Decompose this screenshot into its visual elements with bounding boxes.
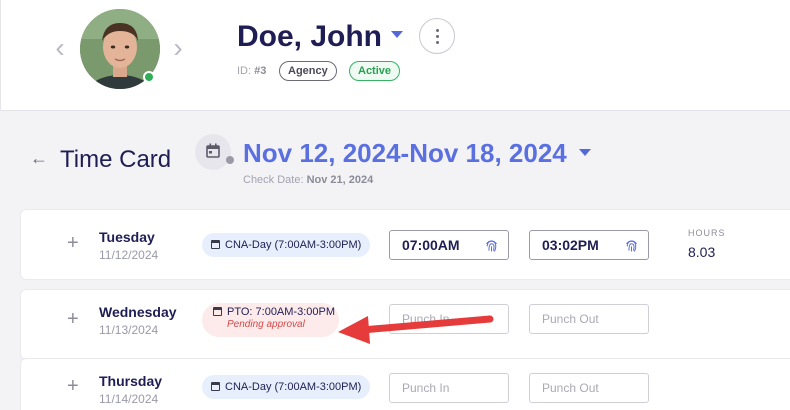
shift-label: CNA-Day (7:00AM-3:00PM): [225, 381, 362, 393]
punch-in-field[interactable]: Punch In: [389, 304, 509, 334]
pto-chip[interactable]: PTO: 7:00AM-3:00PM Pending approval: [202, 303, 339, 337]
fingerprint-icon: [626, 240, 637, 252]
employee-id-value: #3: [254, 65, 267, 77]
day-date: 11/12/2024: [99, 248, 159, 262]
caret-down-icon[interactable]: [391, 31, 403, 38]
day-name: Tuesday: [99, 229, 155, 245]
date-range[interactable]: Nov 12, 2024-Nov 18, 2024: [243, 138, 567, 169]
punch-out-field[interactable]: Punch Out: [529, 304, 649, 334]
pto-status: Pending approval: [227, 319, 305, 330]
shift-chip[interactable]: CNA-Day (7:00AM-3:00PM): [202, 375, 371, 399]
expand-plus-icon[interactable]: +: [67, 308, 79, 331]
chevron-right-icon[interactable]: ›: [169, 34, 187, 64]
online-status-dot: [143, 71, 155, 83]
kebab-dot: [436, 35, 439, 38]
shift-label: CNA-Day (7:00AM-3:00PM): [225, 239, 362, 251]
employee-name: Doe, John: [237, 20, 383, 53]
hours-value: 8.03: [688, 244, 716, 260]
calendar-icon: [206, 143, 220, 158]
agency-badge: Agency: [279, 61, 337, 81]
timecard-page: ‹ › Doe, John ID: #3 Agency Active ← Tim…: [0, 0, 790, 410]
punch-out-value: 03:02PM: [542, 237, 599, 253]
day-name: Wednesday: [99, 304, 177, 320]
employee-id-label: ID:: [237, 65, 252, 77]
kebab-dot: [436, 41, 439, 44]
employee-header: ‹ › Doe, John ID: #3 Agency Active: [0, 0, 790, 111]
chevron-left-icon[interactable]: ‹: [51, 34, 69, 64]
expand-plus-icon[interactable]: +: [67, 375, 79, 398]
employee-id: ID: #3: [237, 65, 266, 77]
punch-in-field[interactable]: 07:00AM: [389, 230, 509, 260]
calendar-button[interactable]: [195, 134, 231, 170]
shift-chip[interactable]: CNA-Day (7:00AM-3:00PM): [202, 233, 371, 257]
more-options-button[interactable]: [419, 18, 455, 54]
punch-out-field[interactable]: 03:02PM: [529, 230, 649, 260]
pto-label-line: PTO: 7:00AM-3:00PM: [213, 306, 339, 318]
active-status-badge: Active: [349, 61, 401, 81]
page-title: Time Card: [60, 146, 172, 173]
kebab-dot: [436, 29, 439, 32]
hours-label: HOURS: [688, 228, 726, 238]
day-name: Thursday: [99, 373, 163, 389]
calendar-indicator-dot: [226, 156, 234, 164]
check-date-value: Nov 21, 2024: [306, 174, 374, 186]
punch-in-value: 07:00AM: [402, 237, 460, 253]
calendar-icon: [211, 382, 220, 391]
expand-plus-icon[interactable]: +: [67, 232, 79, 255]
day-date: 11/14/2024: [99, 392, 159, 406]
day-date: 11/13/2024: [99, 323, 159, 337]
check-date-label: Check Date:: [243, 174, 304, 186]
pto-label: PTO: 7:00AM-3:00PM: [227, 306, 336, 318]
punch-in-field[interactable]: Punch In: [389, 373, 509, 403]
day-row-wednesday: + Wednesday 11/13/2024 PTO: 7:00AM-3:00P…: [20, 289, 790, 360]
day-row-tuesday: + Tuesday 11/12/2024 CNA-Day (7:00AM-3:0…: [20, 209, 790, 280]
day-row-thursday: + Thursday 11/14/2024 CNA-Day (7:00AM-3:…: [20, 358, 790, 410]
calendar-icon: [211, 240, 220, 249]
date-range-caret-icon[interactable]: [579, 149, 591, 156]
back-arrow-icon[interactable]: ←: [30, 148, 48, 169]
check-date: Check Date: Nov 21, 2024: [243, 174, 373, 186]
fingerprint-icon: [486, 240, 497, 252]
calendar-icon: [213, 307, 222, 316]
punch-out-field[interactable]: Punch Out: [529, 373, 649, 403]
